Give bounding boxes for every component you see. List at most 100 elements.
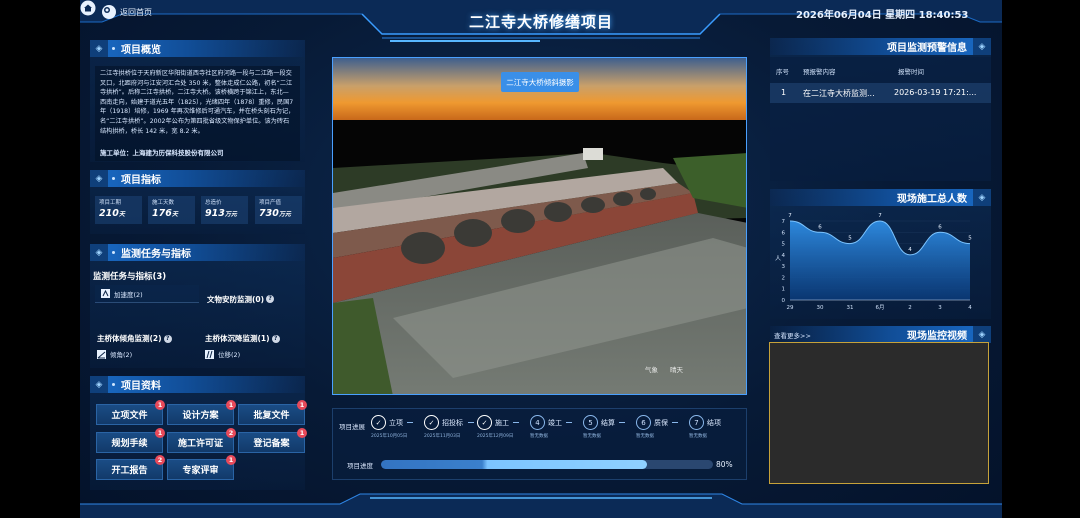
section-diamond-icon: ◈ [90,376,108,393]
doc-button-approval[interactable]: 立项文件 1 [96,400,165,425]
oblique-photo-button[interactable]: 二江寺大桥倾斜摄影 [501,72,579,92]
count-badge: 1 [155,428,165,438]
y-tick-label: 2 [782,275,786,281]
tilt-icon [97,349,106,359]
section-dot [112,177,115,180]
data-label: 6 [938,224,942,230]
doc-button-start-report[interactable]: 开工报告 2 [96,455,165,480]
y-tick-label: 0 [782,298,786,304]
relic-label: 文物安防监测(0) [207,294,265,304]
x-tick-label: 3 [938,305,942,311]
relic-box[interactable]: 文物安防监测(0)? [201,290,305,308]
tilt-item[interactable]: 倾角(2) [97,349,132,359]
doc-button-planning[interactable]: 规划手续 1 [96,428,165,453]
section-diamond-icon: ◈ [90,170,108,187]
steps-label: 项目进展 [339,423,365,431]
weather-value: 晴天 [670,366,683,374]
displacement-icon [205,349,214,359]
y-tick-label: 5 [782,242,786,248]
header: 返回首页 二江寺大桥修缮项目 2026年06月04日 星期四 18:40:53 [80,0,1002,42]
section-dot [112,47,115,50]
x-tick-label: 6月 [876,304,885,311]
section-dot [112,251,115,254]
step-name: 结算 [601,418,615,427]
data-label: 5 [848,236,852,242]
overview-panel: ◈ 项目概览 二江寺拱桥位于天府新区华阳街道西寺社区府河路一段与二江路一段交叉口… [90,40,305,162]
stat-total-cost: 总造价 913万元 [201,196,248,224]
help-icon[interactable]: ? [163,335,172,343]
overview-header: ◈ 项目概览 [90,40,305,57]
video-monitor[interactable] [769,342,989,484]
section-diamond-icon: ◈ [90,244,108,261]
data-label: 6 [818,224,822,230]
accelerometer-icon [101,289,110,298]
monitoring-subtitle: 监测任务与指标(3) [93,272,167,282]
tilt-item-label: 倾角(2) [110,351,133,359]
indicators-header: ◈ 项目指标 [90,170,305,187]
accel-label: 加速度(2) [114,290,143,299]
row-no: 1 [781,88,787,97]
help-icon[interactable]: ? [271,335,280,343]
step-name: 招投标 [442,418,463,427]
progress-step: ✓ 施工 2025年12月09日 [477,415,519,439]
accel-box[interactable]: 加速度(2) [95,285,199,303]
step-date: 2025年10月05日 [371,434,408,439]
overview-title: 项目概览 [121,45,161,56]
doc-button-expert-review[interactable]: 专家评审 1 [167,455,236,480]
x-tick-label: 4 [968,305,972,311]
step-check-icon: ✓ [424,415,439,430]
y-tick-label: 4 [782,253,786,259]
progress-bar-fill [381,460,647,469]
count-badge: 1 [297,400,307,410]
displacement-title: 主桥体沉降监测(1)? [205,333,280,344]
documents-title: 项目资料 [121,381,161,392]
doc-button-permit[interactable]: 施工许可证 2 [167,428,236,453]
displacement-item[interactable]: 位移(2) [205,349,240,359]
table-row[interactable]: 1 在二江寺大桥监测... 2026-03-19 17:21:... [770,83,991,103]
col-content: 预报警内容 [803,68,836,76]
data-label: 7 [878,213,882,219]
weather-label: 气象 [645,366,658,374]
step-date: 暂无数据 [530,434,548,439]
data-label: 5 [968,236,972,242]
y-axis-label: 人 [775,256,781,263]
tilt-title: 主桥体倾角监测(2)? [97,333,172,344]
step-date: 暂无数据 [636,434,654,439]
stat-work-days: 施工天数 176天 [148,196,195,224]
overview-text: 二江寺拱桥位于天府新区华阳街道西寺社区府河路一段与二江路一段交叉口，北距府河与江… [100,70,295,135]
progress-step: ✓ 招投标 2025年11月03日 [424,415,474,439]
y-tick-label: 6 [782,230,786,236]
workers-chart: 0 1 2 3 4 5 6 7 人 7 6 5 7 4 6 5 29 30 31 6月 2 3 4 [775,213,972,311]
doc-button-registration[interactable]: 登记备案 1 [238,428,307,453]
help-icon[interactable]: ? [266,295,275,303]
step-date: 2025年12月09日 [477,434,514,439]
alerts-table: 序号 预报警内容 报警时间 1 在二江寺大桥监测... 2026-03-19 1… [770,57,991,181]
col-time: 报警时间 [898,68,924,76]
step-name: 施工 [495,418,509,427]
documents-header: ◈ 项目资料 [90,376,305,393]
doc-button-reply[interactable]: 批复文件 1 [238,400,307,425]
accel-item: 加速度(2) [101,289,143,299]
y-tick-label: 7 [782,219,786,225]
progress-step: ✓ 立项 2025年10月05日 [371,415,413,439]
section-dot [112,383,115,386]
stat-label: 施工天数 [152,200,175,206]
step-name: 结项 [707,418,721,427]
step-connector [672,422,678,423]
footer-frame [80,493,1002,518]
view-more-link[interactable]: 查看更多>> [774,330,811,340]
overview-text-box[interactable]: 二江寺拱桥位于天府新区华阳街道西寺社区府河路一段与二江路一段交叉口，北距府河与江… [95,66,300,161]
progress-step: 4 竣工 暂无数据 [530,415,572,439]
count-badge: 2 [155,455,165,465]
step-number: 6 [636,415,651,430]
section-diamond-icon: ◈ [973,326,991,343]
home-icon[interactable] [80,0,96,16]
bridge-3d-model-view[interactable]: 二江寺大桥倾斜摄影 气象 晴天 [332,57,747,395]
x-tick-label: 29 [787,305,794,311]
doc-button-design[interactable]: 设计方案 1 [167,400,236,425]
row-time: 2026-03-19 17:21:... [894,88,977,97]
step-date: 2025年11月03日 [424,434,461,439]
stat-label: 总造价 [205,200,222,206]
count-badge: 1 [297,428,307,438]
step-number: 7 [689,415,704,430]
